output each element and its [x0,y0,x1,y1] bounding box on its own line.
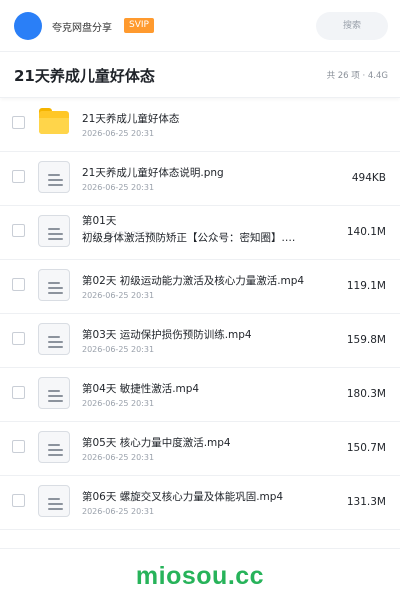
file-date: 2026-06-25 20:31 [82,453,155,462]
file-name: 第03天 运动保护损伤预防训练.mp4 [82,329,252,341]
file-size: 119.1M [346,280,386,292]
document-icon [38,215,70,247]
file-name-line2: 初级身体激活预防矫正【公众号：密知圈】.… [82,232,296,244]
search-input[interactable]: 搜索 [316,12,388,40]
file-name: 21天养成儿童好体态说明.png [82,167,224,179]
site-watermark: miosou.cc [135,562,265,590]
file-size: 150.7M [346,442,386,454]
checkbox[interactable] [12,494,25,507]
file-size: 494KB [351,172,386,184]
document-icon [38,485,70,517]
file-name: 第05天 核心力量中度激活.mp4 [82,437,231,449]
list-item[interactable]: 21天养成儿童好体态说明.png 2026-06-25 20:31 494KB [0,152,400,206]
document-icon [38,269,70,301]
svip-badge: SVIP [124,18,154,33]
file-name: 21天养成儿童好体态 [82,113,180,125]
checkbox[interactable] [12,440,25,453]
file-size: 159.8M [346,334,386,346]
folder-titlebar: 21天养成儿童好体态 共 26 项 · 4.4G [0,52,400,98]
header: 夸克网盘分享 SVIP 搜索 [0,0,400,52]
file-size: 131.3M [346,496,386,508]
list-item[interactable]: 第05天 核心力量中度激活.mp4 2026-06-25 20:31 150.7… [0,422,400,476]
list-item[interactable]: 21天养成儿童好体态 2026-06-25 20:31 [0,98,400,152]
avatar[interactable] [14,12,42,40]
file-date: 2026-06-25 20:31 [82,291,155,300]
checkbox[interactable] [12,278,25,291]
file-name: 第01天 [82,215,117,227]
page-title: 21天养成儿童好体态 [14,67,155,85]
list-item[interactable]: 第04天 敏捷性激活.mp4 2026-06-25 20:31 180.3M [0,368,400,422]
checkbox[interactable] [12,116,25,129]
divider [0,548,400,549]
checkbox[interactable] [12,332,25,345]
list-item[interactable]: 第06天 螺旋交叉核心力量及体能巩固.mp4 2026-06-25 20:31 … [0,476,400,530]
document-icon [38,323,70,355]
list-item[interactable]: 第01天 2026-06-25 20:31 初级身体激活预防矫正【公众号：密知圈… [0,206,400,260]
document-icon [38,161,70,193]
list-item[interactable]: 第02天 初级运动能力激活及核心力量激活.mp4 2026-06-25 20:3… [0,260,400,314]
document-icon [38,377,70,409]
file-name: 第02天 初级运动能力激活及核心力量激活.mp4 [82,275,305,287]
checkbox[interactable] [12,224,25,237]
file-date: 2026-06-25 20:31 [82,183,155,192]
file-date: 2026-06-25 20:31 [82,129,155,138]
share-page: 夸克网盘分享 SVIP 搜索 21天养成儿童好体态 共 26 项 · 4.4G … [0,0,400,600]
file-size: 140.1M [346,226,386,238]
file-list: 21天养成儿童好体态 2026-06-25 20:31 21天养成儿童好体态说明… [0,98,400,530]
document-icon [38,431,70,463]
username: 夸克网盘分享 [52,23,112,34]
file-date: 2026-06-25 20:31 [82,507,155,516]
folder-meta: 共 26 项 · 4.4G [326,71,388,81]
file-name: 第04天 敏捷性激活.mp4 [82,383,200,395]
checkbox[interactable] [12,170,25,183]
file-date: 2026-06-25 20:31 [82,399,155,408]
checkbox[interactable] [12,386,25,399]
file-date: 2026-06-25 20:31 [82,345,155,354]
folder-icon [39,108,69,134]
file-name: 第06天 螺旋交叉核心力量及体能巩固.mp4 [82,491,284,503]
file-size: 180.3M [346,388,386,400]
list-item[interactable]: 第03天 运动保护损伤预防训练.mp4 2026-06-25 20:31 159… [0,314,400,368]
